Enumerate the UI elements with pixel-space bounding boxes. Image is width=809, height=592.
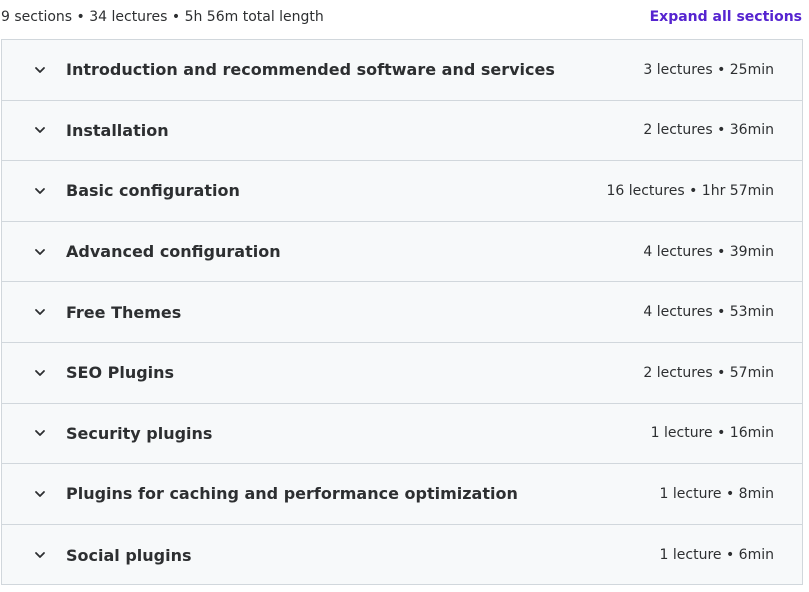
expand-all-sections-button[interactable]: Expand all sections <box>650 9 804 25</box>
section-panel-4[interactable]: Advanced configuration 4 lectures • 39mi… <box>2 222 802 283</box>
section-panel-7[interactable]: Security plugins 1 lecture • 16min <box>2 404 802 465</box>
section-title: Security plugins <box>66 423 213 443</box>
chevron-down-icon <box>33 305 47 319</box>
section-title: Free Themes <box>66 302 182 322</box>
section-panel-8[interactable]: Plugins for caching and performance opti… <box>2 464 802 525</box>
chevron-down-icon <box>33 548 47 562</box>
section-title: Advanced configuration <box>66 242 281 262</box>
section-title: Social plugins <box>66 545 192 565</box>
section-title: Basic configuration <box>66 181 240 201</box>
chevron-down-icon <box>33 184 47 198</box>
section-meta: 16 lectures • 1hr 57min <box>606 182 774 199</box>
section-meta: 2 lectures • 36min <box>643 122 774 139</box>
section-panel-6[interactable]: SEO Plugins 2 lectures • 57min <box>2 343 802 404</box>
section-title: Introduction and recommended software an… <box>66 60 555 80</box>
section-title: Installation <box>66 120 169 140</box>
chevron-down-icon <box>33 426 47 440</box>
course-content-panel: 9 sections • 34 lectures • 5h 56m total … <box>0 0 809 592</box>
chevron-down-icon <box>33 366 47 380</box>
section-panel-1[interactable]: Introduction and recommended software an… <box>2 40 802 101</box>
section-meta: 4 lectures • 39min <box>643 243 774 260</box>
curriculum-accordion: Introduction and recommended software an… <box>1 39 803 585</box>
chevron-down-icon <box>33 123 47 137</box>
course-summary: 9 sections • 34 lectures • 5h 56m total … <box>1 9 324 25</box>
section-panel-2[interactable]: Installation 2 lectures • 36min <box>2 101 802 162</box>
section-panel-5[interactable]: Free Themes 4 lectures • 53min <box>2 282 802 343</box>
course-content-header: 9 sections • 34 lectures • 5h 56m total … <box>0 0 804 34</box>
section-meta: 1 lecture • 6min <box>659 547 774 564</box>
section-meta: 1 lecture • 8min <box>659 485 774 502</box>
section-title: SEO Plugins <box>66 363 175 383</box>
section-title: Plugins for caching and performance opti… <box>66 484 518 504</box>
section-panel-9[interactable]: Social plugins 1 lecture • 6min <box>2 525 802 586</box>
section-meta: 1 lecture • 16min <box>650 425 774 442</box>
section-meta: 4 lectures • 53min <box>643 304 774 321</box>
chevron-down-icon <box>33 487 47 501</box>
section-panel-3[interactable]: Basic configuration 16 lectures • 1hr 57… <box>2 161 802 222</box>
chevron-down-icon <box>33 245 47 259</box>
section-meta: 2 lectures • 57min <box>643 364 774 381</box>
section-meta: 3 lectures • 25min <box>643 61 774 78</box>
chevron-down-icon <box>33 63 47 77</box>
